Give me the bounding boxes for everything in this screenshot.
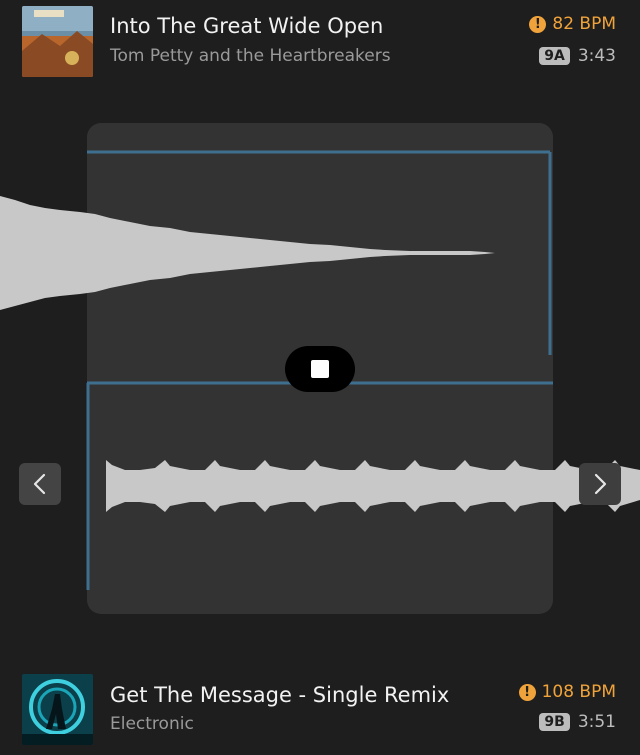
next-track-header: Get The Message - Single Remix Electroni… [0, 670, 640, 748]
next-track-bpm-value: 108 BPM [541, 682, 616, 702]
next-track-key-badge: 9B [539, 713, 570, 731]
stop-icon [311, 360, 329, 378]
previous-button[interactable] [19, 463, 61, 505]
next-track-meta: 9B 3:51 [539, 712, 616, 732]
next-track-genre: Electronic [110, 714, 194, 734]
current-track-waveform [0, 196, 495, 310]
stop-button[interactable] [285, 346, 355, 392]
next-track-album-art [22, 674, 93, 745]
next-track-title: Get The Message - Single Remix [110, 683, 450, 707]
next-track-bpm: ! 108 BPM [518, 682, 616, 702]
next-track-waveform [106, 460, 640, 512]
next-button[interactable] [579, 463, 621, 505]
next-track-duration: 3:51 [577, 712, 616, 732]
chevron-left-icon [33, 473, 46, 495]
warning-icon: ! [518, 683, 536, 701]
chevron-right-icon [594, 473, 607, 495]
